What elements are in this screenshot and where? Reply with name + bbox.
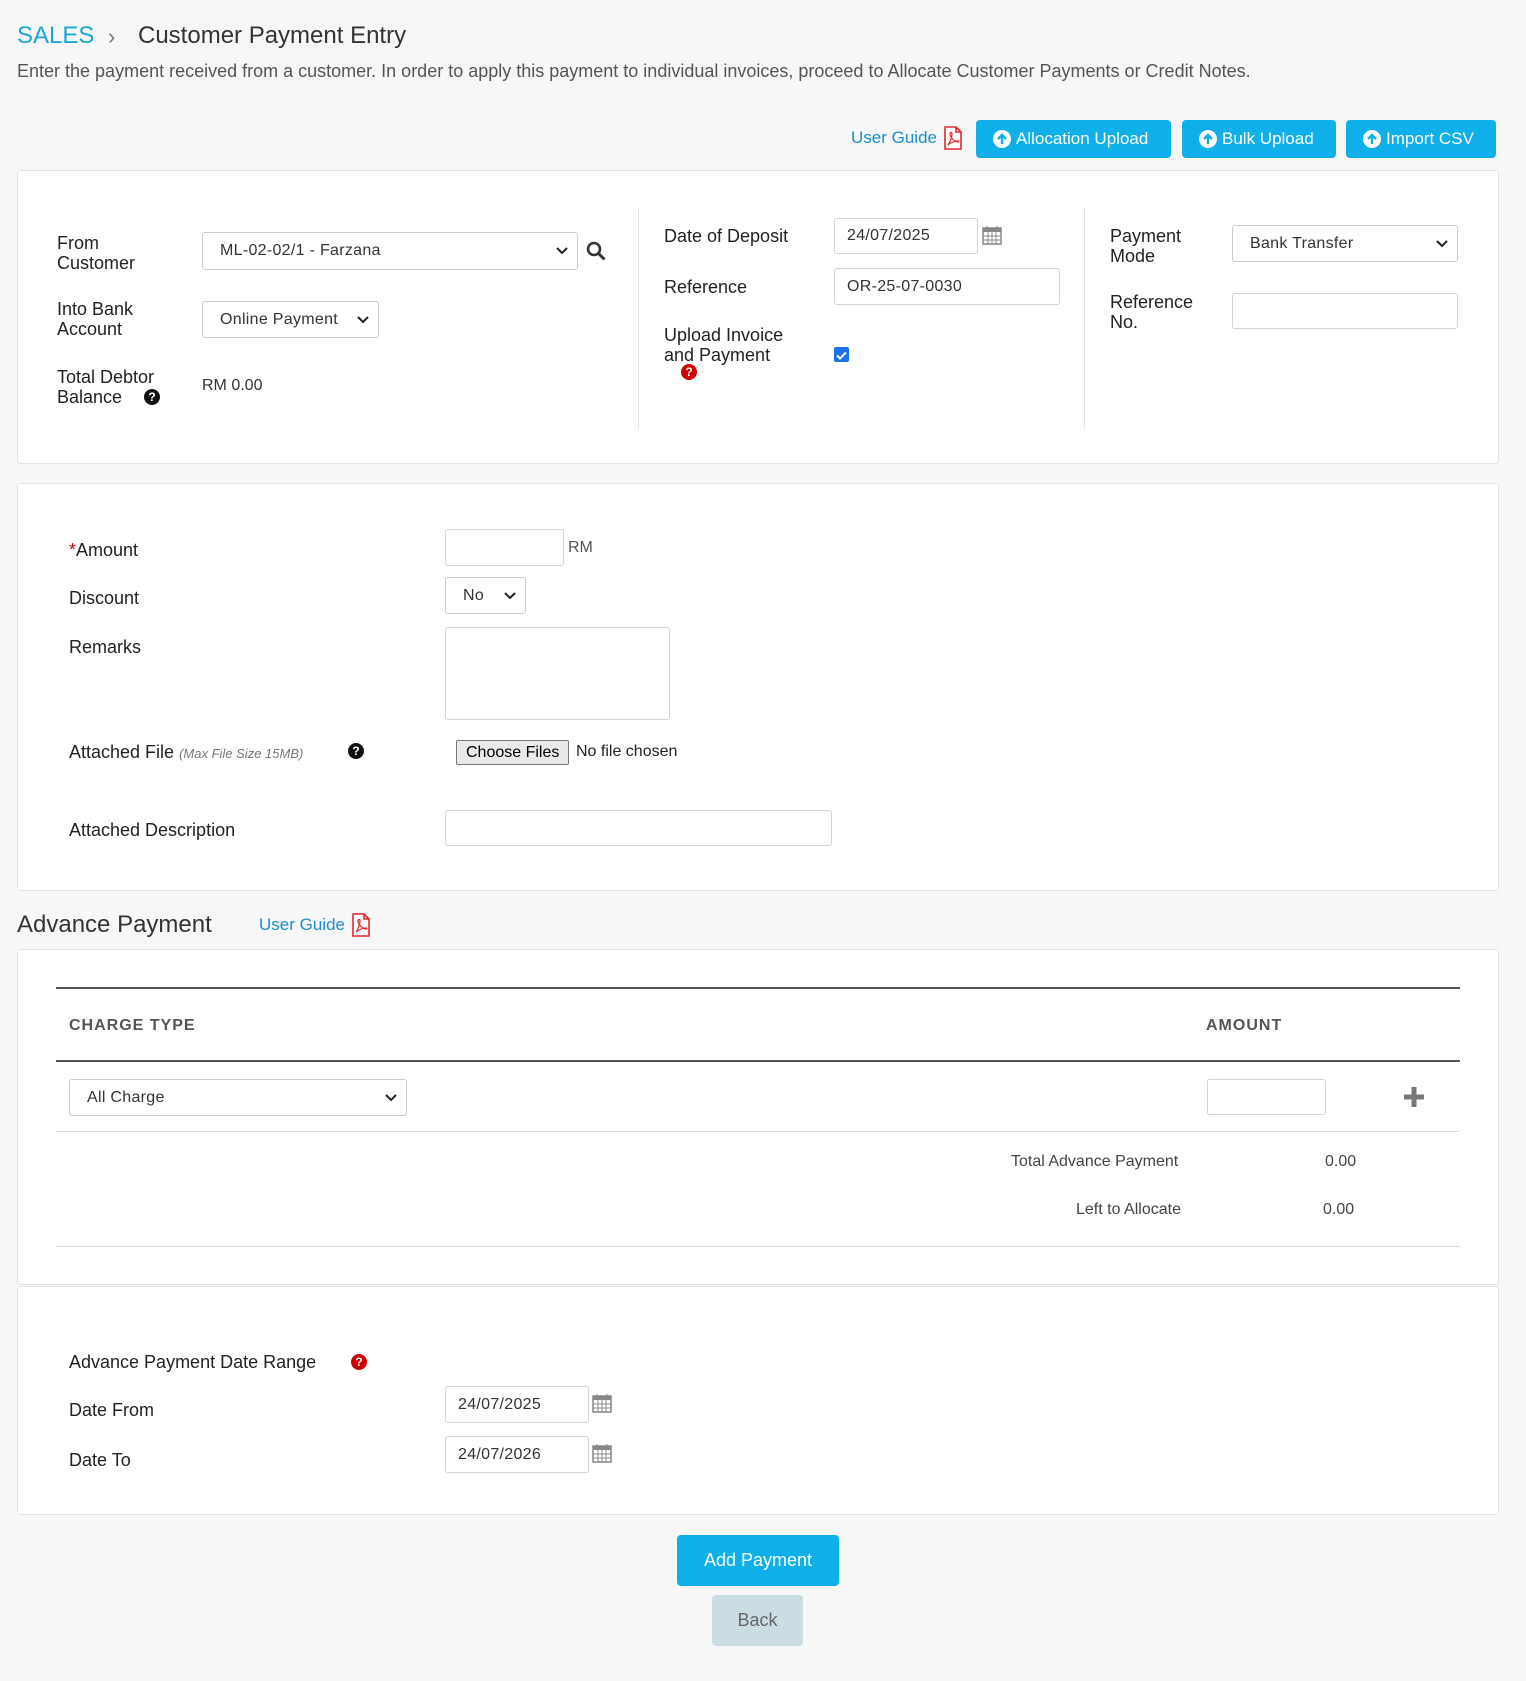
left-to-allocate-label: Left to Allocate (1076, 1201, 1181, 1218)
user-guide-label: User Guide (851, 128, 937, 147)
table-header-border (56, 1060, 1460, 1062)
help-icon[interactable]: ? (681, 364, 697, 380)
chevron-down-icon (385, 1093, 397, 1101)
help-icon[interactable]: ? (351, 1354, 367, 1370)
import-csv-button[interactable]: Import CSV (1346, 120, 1496, 158)
upload-circle-icon (1199, 130, 1217, 148)
remarks-label: Remarks (69, 637, 142, 657)
no-file-chosen-text: No file chosen (576, 743, 678, 760)
advance-payment-title: Advance Payment (17, 911, 212, 938)
import-csv-label: Import CSV (1386, 129, 1474, 148)
attached-description-label: Attached Description (69, 820, 236, 840)
pdf-icon (352, 913, 370, 937)
advance-date-range-label: Advance Payment Date Range (69, 1352, 317, 1372)
advance-payment-panel: CHARGE TYPE AMOUNT All Charge Total Adva… (17, 949, 1499, 1285)
page-description: Enter the payment received from a custom… (17, 61, 1251, 81)
discount-select[interactable]: No (445, 577, 526, 614)
total-advance-payment-label: Total Advance Payment (1011, 1153, 1179, 1170)
upload-invoice-label: Upload Invoice and Payment (664, 325, 784, 365)
upload-circle-icon (1363, 130, 1381, 148)
calendar-icon[interactable] (982, 225, 1002, 245)
back-button[interactable]: Back (712, 1595, 803, 1646)
date-range-panel: Advance Payment Date Range ? Date From 2… (17, 1286, 1499, 1515)
remarks-textarea[interactable] (445, 627, 670, 720)
date-to-label: Date To (69, 1450, 131, 1470)
date-to-input[interactable]: 24/07/2026 (445, 1436, 589, 1473)
amount-unit: RM (568, 539, 593, 556)
calendar-icon[interactable] (592, 1443, 612, 1463)
add-payment-button[interactable]: Add Payment (677, 1535, 839, 1586)
bulk-upload-button[interactable]: Bulk Upload (1182, 120, 1336, 158)
allocation-upload-label: Allocation Upload (1016, 129, 1149, 148)
summary-divider (56, 1246, 1460, 1247)
attached-description-input[interactable] (445, 810, 832, 846)
chevron-down-icon (1436, 239, 1448, 247)
amount-input[interactable] (445, 529, 564, 566)
help-icon[interactable]: ? (348, 743, 364, 759)
charge-type-select[interactable]: All Charge (69, 1079, 407, 1116)
payment-mode-label: Payment Mode (1110, 226, 1182, 266)
chevron-down-icon (556, 247, 568, 255)
advance-user-guide-link[interactable]: User Guide (259, 913, 371, 937)
column-divider (1084, 209, 1085, 429)
user-guide-label: User Guide (259, 915, 345, 934)
from-customer-select[interactable]: ML-02-02/1 - Farzana (202, 232, 578, 270)
attached-file-label: Attached File (Max File Size 15MB) (69, 742, 304, 762)
payment-details-panel: *Amount RM Discount No Remarks Attached … (17, 483, 1499, 891)
date-from-input[interactable]: 24/07/2025 (445, 1386, 589, 1423)
reference-no-label: Reference No. (1110, 292, 1194, 332)
help-icon[interactable]: ? (144, 389, 160, 405)
date-of-deposit-label: Date of Deposit (664, 226, 789, 246)
left-to-allocate-value: 0.00 (1323, 1201, 1355, 1218)
discount-label: Discount (69, 588, 140, 608)
date-of-deposit-input[interactable]: 24/07/2025 (834, 218, 978, 254)
user-guide-link[interactable]: User Guide (851, 126, 963, 150)
reference-label: Reference (664, 277, 748, 297)
amount-label: *Amount (69, 540, 139, 560)
payment-header-panel: From Customer ML-02-02/1 - Farzana Into B… (17, 170, 1499, 464)
add-row-icon[interactable] (1402, 1085, 1426, 1109)
chevron-down-icon (504, 591, 516, 599)
date-from-label: Date From (69, 1400, 155, 1420)
total-debtor-balance-value: RM 0.00 (202, 377, 263, 394)
table-top-border (56, 987, 1460, 989)
charge-amount-input[interactable] (1207, 1079, 1326, 1115)
calendar-icon[interactable] (592, 1393, 612, 1413)
into-bank-account-select[interactable]: Online Payment (202, 301, 379, 338)
column-divider (638, 209, 639, 429)
breadcrumb-separator-icon: › (108, 24, 116, 49)
payment-mode-select[interactable]: Bank Transfer (1232, 225, 1458, 262)
reference-no-input[interactable] (1232, 293, 1458, 329)
upload-circle-icon (993, 130, 1011, 148)
charge-type-header: CHARGE TYPE (69, 1017, 196, 1034)
checkmark-icon (836, 351, 847, 360)
amount-header: AMOUNT (1206, 1017, 1283, 1034)
breadcrumb-sales[interactable]: SALES (17, 22, 94, 50)
into-bank-account-label: Into Bank Account (57, 299, 134, 339)
allocation-upload-button[interactable]: Allocation Upload (976, 120, 1171, 158)
pdf-icon (944, 126, 962, 150)
row-divider (56, 1131, 1460, 1132)
bulk-upload-label: Bulk Upload (1222, 129, 1314, 148)
from-customer-label: From Customer (57, 233, 136, 273)
page-title: Customer Payment Entry (138, 22, 407, 49)
choose-files-button[interactable]: Choose Files (456, 740, 570, 765)
search-icon[interactable] (586, 241, 606, 261)
chevron-down-icon (357, 315, 369, 323)
total-debtor-balance-label: Total Debtor Balance (57, 367, 155, 407)
reference-input[interactable]: OR-25-07-0030 (834, 268, 1060, 305)
total-advance-payment-value: 0.00 (1325, 1153, 1357, 1170)
upload-invoice-checkbox[interactable] (834, 347, 849, 362)
